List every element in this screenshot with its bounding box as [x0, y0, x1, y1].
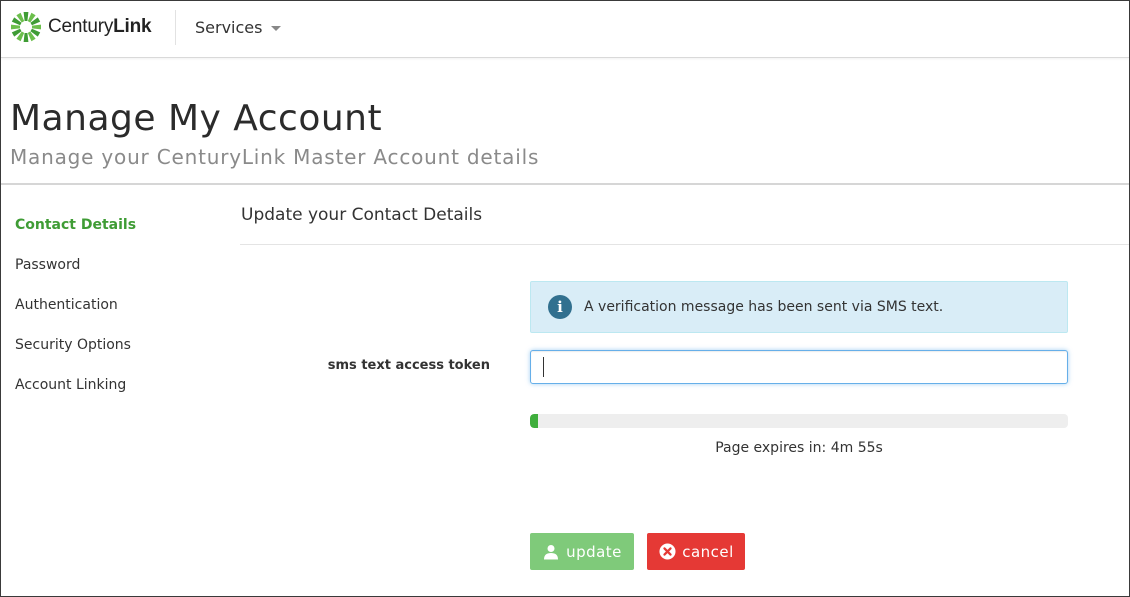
cancel-button[interactable]: cancel	[647, 533, 745, 570]
sidebar-item-security-options[interactable]: Security Options	[15, 335, 215, 375]
brand-logo[interactable]: CenturyLink	[10, 11, 152, 43]
cancel-button-label: cancel	[682, 542, 734, 561]
text-cursor	[543, 357, 544, 377]
brand-name-light: Century	[48, 16, 114, 37]
update-button[interactable]: update	[530, 533, 634, 570]
user-icon	[542, 543, 560, 561]
nav-divider	[175, 10, 176, 45]
alert-message: A verification message has been sent via…	[584, 299, 944, 315]
section-divider	[240, 244, 1129, 245]
sidebar-item-authentication[interactable]: Authentication	[15, 295, 215, 335]
brand-name-bold: Link	[113, 16, 152, 37]
sms-token-input[interactable]	[530, 350, 1068, 384]
brand-name: CenturyLink	[48, 16, 152, 38]
expiry-progress-bar	[530, 414, 1068, 428]
services-label: Services	[195, 18, 263, 37]
expiry-progress-fill	[530, 414, 539, 428]
sidebar-item-account-linking[interactable]: Account Linking	[15, 375, 215, 415]
section-title: Update your Contact Details	[241, 205, 483, 225]
chevron-down-icon	[271, 26, 282, 31]
info-alert: i A verification message has been sent v…	[530, 281, 1068, 333]
services-dropdown[interactable]: Services	[195, 18, 282, 37]
token-field-label: sms text access token	[327, 358, 490, 373]
account-sidebar: Contact Details Password Authentication …	[15, 215, 215, 415]
sidebar-item-contact-details[interactable]: Contact Details	[15, 215, 215, 255]
centurylink-starburst-icon	[11, 12, 41, 42]
update-button-label: update	[566, 542, 622, 561]
close-circle-icon	[658, 543, 676, 561]
page-title: Manage My Account	[10, 98, 383, 139]
info-icon: i	[548, 295, 572, 319]
top-navbar: CenturyLink Services	[1, 1, 1129, 58]
expiry-countdown: Page expires in: 4m 55s	[715, 440, 883, 456]
page-subtitle: Manage your CenturyLink Master Account d…	[10, 145, 540, 169]
sidebar-item-password[interactable]: Password	[15, 255, 215, 295]
header-divider	[1, 183, 1129, 185]
